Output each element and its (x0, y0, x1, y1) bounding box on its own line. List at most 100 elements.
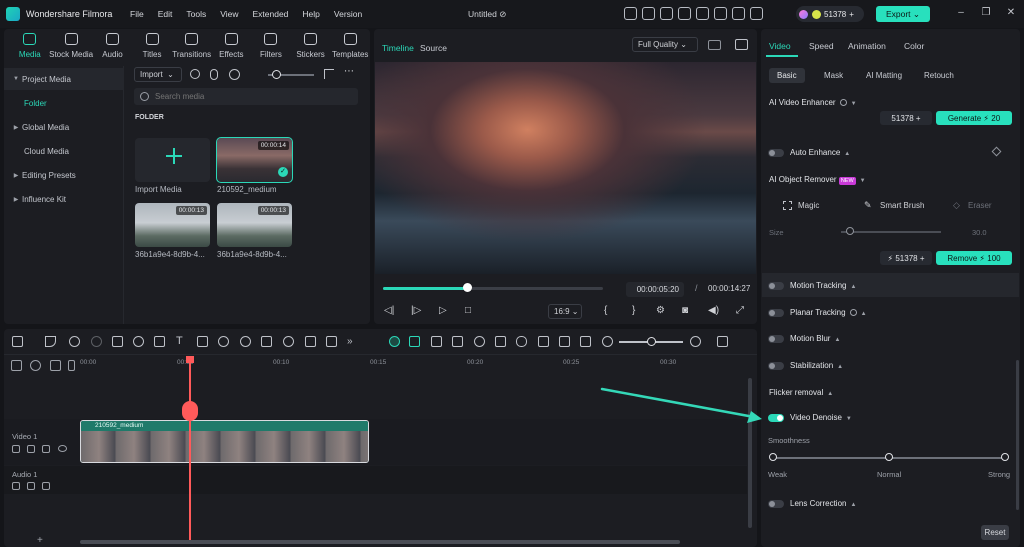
generate-button[interactable]: Generate ⚡ 20 (936, 111, 1012, 125)
grid-icon[interactable] (750, 7, 763, 20)
credit-balance[interactable]: 51378 + (796, 6, 864, 22)
headset-icon[interactable] (732, 7, 745, 20)
camera-icon[interactable]: ◙ (682, 305, 688, 317)
auto-enhance-toggle[interactable] (768, 149, 784, 157)
auto-highlight-icon[interactable] (474, 336, 485, 347)
tab-audio[interactable]: Audio (93, 29, 133, 63)
volume-icon[interactable]: ◀) (708, 305, 719, 317)
caret-icon[interactable]: ▲ (827, 391, 833, 397)
motion-tracking-toggle[interactable] (768, 282, 784, 290)
smart-brush-option[interactable]: Smart Brush (880, 201, 924, 210)
magic-select-icon[interactable] (783, 201, 792, 210)
play-icon[interactable]: ▷ (439, 305, 447, 317)
delete-icon[interactable] (112, 336, 123, 347)
cloud-icon[interactable] (714, 7, 727, 20)
timeline-horizontal-scrollbar[interactable] (80, 540, 680, 544)
track-lock-icon[interactable] (68, 360, 75, 371)
split-icon[interactable] (133, 336, 144, 347)
magnet-icon[interactable] (50, 360, 61, 371)
menu-version[interactable]: Version (334, 9, 362, 19)
ai-copilot-icon[interactable] (389, 336, 400, 347)
picture-in-picture-icon[interactable] (580, 336, 591, 347)
tab-filters[interactable]: Filters (251, 29, 291, 63)
tab-animation[interactable]: Animation (848, 41, 886, 51)
microphone-icon[interactable] (516, 336, 527, 347)
motion-blur-toggle[interactable] (768, 335, 784, 343)
aspect-ratio-dropdown[interactable]: 16:9 ⌄ (548, 304, 582, 319)
caret-icon[interactable]: ▲ (837, 364, 843, 370)
caret-icon[interactable]: ▼ (851, 101, 857, 107)
caret-icon[interactable]: ▼ (846, 416, 852, 422)
next-frame-icon[interactable]: |▷ (411, 305, 421, 317)
eye-icon[interactable] (58, 445, 67, 452)
tab-titles[interactable]: Titles (132, 29, 172, 63)
track-mute-icon[interactable] (27, 445, 35, 453)
tab-templates[interactable]: Templates (330, 29, 370, 63)
properties-scrollbar[interactable] (1016, 360, 1019, 510)
upload-icon[interactable] (696, 7, 709, 20)
render-preview-icon[interactable] (431, 336, 442, 347)
smoothness-stop-strong[interactable] (1001, 453, 1009, 461)
undo-icon[interactable] (69, 336, 80, 347)
paint-icon[interactable] (218, 336, 229, 347)
reset-button[interactable]: Reset (981, 525, 1009, 540)
export-button[interactable]: Export ⌄ (876, 6, 930, 22)
link-icon[interactable] (30, 360, 41, 371)
zoom-in-icon[interactable] (690, 336, 701, 347)
zoom-knob[interactable] (647, 337, 656, 346)
menu-tools[interactable]: Tools (186, 9, 206, 19)
track-lock-icon[interactable] (42, 482, 50, 490)
menu-file[interactable]: File (130, 9, 144, 19)
subtab-basic[interactable]: Basic (769, 68, 805, 83)
planar-tracking-toggle[interactable] (768, 309, 784, 317)
shield-icon[interactable] (495, 336, 506, 347)
media-tile-36b1a9e4-a[interactable]: 00:00:13 (135, 203, 210, 247)
more-tools-icon[interactable]: » (347, 336, 358, 347)
menu-view[interactable]: View (220, 9, 238, 19)
snapshot-icon[interactable] (559, 336, 570, 347)
tab-transitions[interactable]: Transitions (172, 29, 212, 63)
tab-stickers[interactable]: Stickers (291, 29, 331, 63)
marker-icon[interactable] (452, 336, 463, 347)
search-input[interactable] (155, 92, 345, 101)
audio-adjust-icon[interactable] (261, 336, 272, 347)
tab-speed[interactable]: Speed (809, 41, 834, 51)
mark-in-icon[interactable]: { (604, 305, 607, 317)
tab-source[interactable]: Source (420, 43, 447, 53)
scissors-icon[interactable] (182, 401, 198, 421)
caret-icon[interactable]: ▲ (850, 284, 856, 290)
fullscreen-icon[interactable]: ⤢ (736, 305, 744, 317)
eraser-icon[interactable]: ◇ (953, 200, 960, 211)
track-add-icon[interactable] (12, 445, 20, 453)
size-slider[interactable] (841, 231, 941, 233)
sidebar-item-folder[interactable]: Folder (4, 92, 124, 114)
magic-option[interactable]: Magic (798, 201, 819, 210)
video-denoise-toggle[interactable] (768, 414, 784, 422)
media-tile-36b1a9e4-b[interactable]: 00:00:13 (217, 203, 292, 247)
menu-extended[interactable]: Extended (252, 9, 288, 19)
gift-icon[interactable] (624, 7, 637, 20)
track-add-icon[interactable] (12, 482, 20, 490)
sidebar-item-cloud-media[interactable]: Cloud Media (4, 140, 124, 162)
thumbnail-size-knob[interactable] (272, 70, 281, 79)
more-icon[interactable]: ⋯ (344, 66, 354, 77)
search-box[interactable] (134, 88, 358, 105)
restore-icon[interactable]: ❐ (981, 8, 991, 18)
redo-icon[interactable] (91, 336, 102, 347)
brush-icon[interactable]: ✎ (864, 200, 872, 211)
track-mute-icon[interactable] (27, 482, 35, 490)
size-slider-knob[interactable] (846, 227, 854, 235)
ai-edit-icon[interactable] (409, 336, 420, 347)
sidebar-item-influence-kit[interactable]: ▶ Influence Kit (4, 188, 124, 210)
caret-icon[interactable]: ▼ (860, 178, 866, 184)
info-icon[interactable] (839, 99, 847, 107)
smoothness-knob[interactable] (885, 453, 893, 461)
quality-dropdown[interactable]: Full Quality ⌄ (632, 37, 698, 52)
microphone-icon[interactable] (210, 69, 218, 80)
filter-icon[interactable] (324, 69, 334, 79)
zoom-out-icon[interactable] (602, 336, 613, 347)
tab-media[interactable]: Media (10, 29, 50, 63)
speed-icon[interactable] (240, 336, 251, 347)
media-tile-210592[interactable]: 00:00:14 ✓ (216, 137, 293, 183)
render-icon[interactable]: ⚙ (656, 305, 665, 317)
